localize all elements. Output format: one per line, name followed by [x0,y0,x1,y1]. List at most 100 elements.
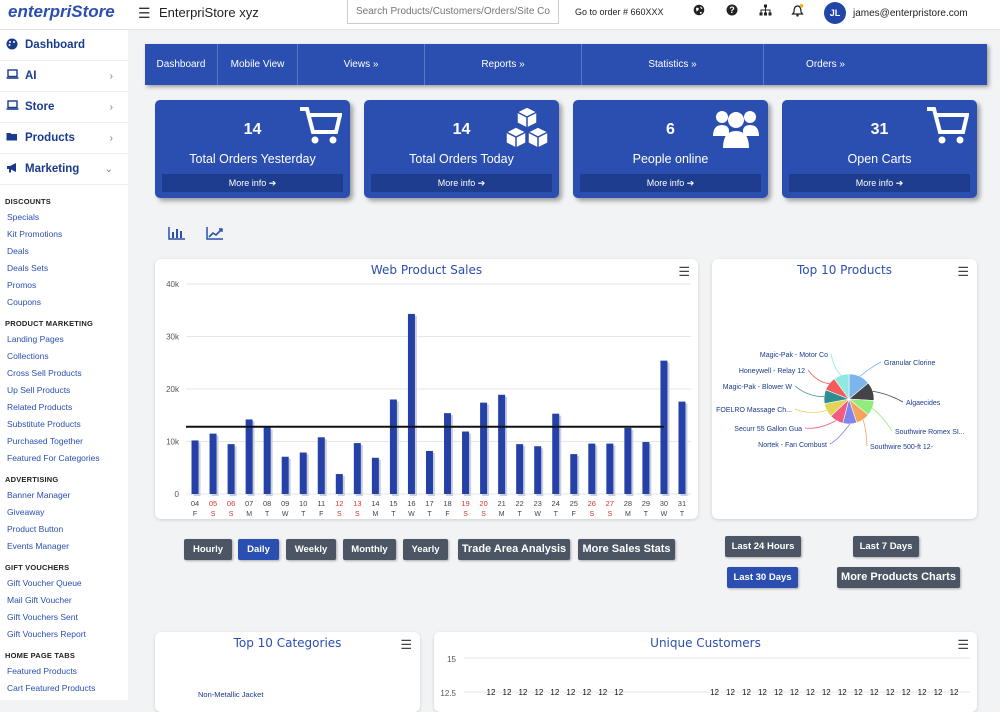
chart-title: Top 10 Categories [233,636,342,650]
more-info-link[interactable]: More info ➔ [580,174,761,192]
sidebar-link[interactable]: Deals [0,243,128,260]
sidebar-link[interactable]: Featured Products [0,663,128,680]
sidebar-link[interactable]: Giveaway [0,504,128,521]
sidebar-item-store[interactable]: Store › [0,92,128,123]
sidebar-link[interactable]: Specials [0,209,128,226]
y-tick-label: 10k [166,438,180,447]
y-tick-label: 0 [175,490,180,499]
line-chart-toggle-icon[interactable] [206,226,224,245]
pie-label: FOELRO Massage Ch... [716,407,792,414]
bar [353,443,361,494]
x-weekday-label: T [427,511,432,518]
top-categories-panel: Top 10 Categories ☰ Non-Metallic Jacket [155,632,420,712]
last-24-hours-button[interactable]: Last 24 Hours [725,536,801,557]
nav-statistics[interactable]: Statistics » [582,44,764,85]
weekly-button[interactable]: Weekly [286,539,336,560]
x-weekday-label: F [572,511,576,518]
sidebar-link[interactable]: Kit Promotions [0,226,128,243]
sales-bar-chart: 0 10k 20k 30k 40k 04 F 05 S 06 S 07 M 08 T 09 W 10 T 11 F 12 S… [166,280,691,518]
hamburger-menu-icon[interactable]: ☰ [138,5,151,22]
more-info-link[interactable]: More info ➔ [371,174,552,192]
stat-card-open-carts: 31 Open Carts More info ➔ [782,100,977,198]
daily-button[interactable]: Daily [238,539,279,560]
last-7-days-button[interactable]: Last 7 Days [853,536,919,557]
sidebar-link[interactable]: Banner Manager [0,487,128,504]
data-label: 12 [886,688,895,697]
search-input[interactable] [347,0,559,24]
x-tick-label: 08 [263,499,271,508]
x-tick-label: 21 [497,499,505,508]
data-label: 12 [822,688,831,697]
chevron-right-icon: › [109,70,113,82]
nav-orders[interactable]: Orders » [764,44,887,85]
sidebar-link[interactable]: Up Sell Products [0,382,128,399]
sidebar-item-label: Store [25,101,55,113]
sidebar-link[interactable]: Related Products [0,399,128,416]
bell-icon[interactable] [790,4,804,18]
sidebar-item-ai[interactable]: AI › [0,61,128,92]
sidebar-link[interactable]: Collections [0,348,128,365]
sidebar-link[interactable]: Featured For Categories [0,450,128,467]
trade-area-analysis-button[interactable]: Trade Area Analysis [458,539,570,560]
bar [606,443,614,494]
chart-menu-icon[interactable]: ☰ [400,637,412,653]
sidebar-link[interactable]: Events Manager [0,538,128,555]
more-info-link[interactable]: More info ➔ [162,174,343,192]
sitemap-icon[interactable] [758,4,772,18]
sidebar-link[interactable]: Gift Vouchers Report [0,626,128,643]
sidebar-link[interactable]: Cross Sell Products [0,365,128,382]
x-weekday-label: S [608,511,613,518]
sidebar-link[interactable]: Promos [0,277,128,294]
x-tick-label: 13 [353,499,361,508]
more-sales-stats-button[interactable]: More Sales Stats [578,539,675,560]
sidebar-link[interactable]: Product Button [0,521,128,538]
sidebar-link[interactable]: Gift Vouchers Sent [0,609,128,626]
sidebar-section-heading: ADVERTISING [5,475,59,484]
sidebar-link[interactable]: Gift Voucher Queue [0,575,128,592]
more-products-charts-button[interactable]: More Products Charts [837,567,960,588]
sidebar-link[interactable]: Mail Gift Voucher [0,592,128,609]
user-email[interactable]: james@enterpristore.com [853,8,968,19]
data-label: 12 [950,688,959,697]
nav-reports[interactable]: Reports » [425,44,582,85]
x-weekday-label: T [644,511,649,518]
bar-chart-toggle-icon[interactable] [168,226,186,245]
nav-views[interactable]: Views » [298,44,425,85]
sidebar-link[interactable]: Cart Featured Products [0,680,128,697]
sidebar-link[interactable]: Coupons [0,294,128,311]
bar [407,313,415,494]
nav-dashboard[interactable]: Dashboard [145,44,218,85]
help-icon[interactable]: ? [725,4,739,18]
laptop-icon [6,69,20,83]
globe-icon[interactable] [692,4,706,18]
monthly-button[interactable]: Monthly [343,539,396,560]
top-products-panel: Top 10 Products ☰ Granular Clorine Algaec… [712,259,977,519]
sidebar-link[interactable]: Purchased Together [0,433,128,450]
sidebar-item-marketing[interactable]: Marketing ⌄ [0,154,128,185]
y-tick-label: 30k [166,333,180,342]
avatar[interactable]: JL [824,2,846,24]
data-label: 12 [534,688,543,697]
chevron-down-icon: ⌄ [104,163,113,175]
pie-connector [794,385,825,398]
sidebar-link[interactable]: Substitute Products [0,416,128,433]
more-info-link[interactable]: More info ➔ [789,174,970,192]
goto-order-link[interactable]: Go to order # 660XXX [575,7,664,17]
last-30-days-button[interactable]: Last 30 Days [727,567,798,588]
sidebar-link[interactable]: Deals Sets [0,260,128,277]
nav-mobile-view[interactable]: Mobile View [218,44,298,85]
stat-card-orders-today: 14 Total Orders Today More info ➔ [364,100,559,198]
card-value: 14 [243,121,262,138]
sidebar-item-products[interactable]: Products › [0,123,128,154]
y-tick-label: 20k [166,385,180,394]
x-tick-label: 22 [515,499,523,508]
card-value: 6 [666,121,675,138]
yearly-button[interactable]: Yearly [403,539,448,560]
sidebar-item-dashboard[interactable]: Dashboard [0,30,128,61]
logo[interactable]: enterpriStore [8,2,115,22]
bar [227,444,235,494]
sidebar-link[interactable]: Landing Pages [0,331,128,348]
x-tick-label: 29 [642,499,650,508]
card-label: People online [632,152,709,166]
hourly-button[interactable]: Hourly [184,539,232,560]
